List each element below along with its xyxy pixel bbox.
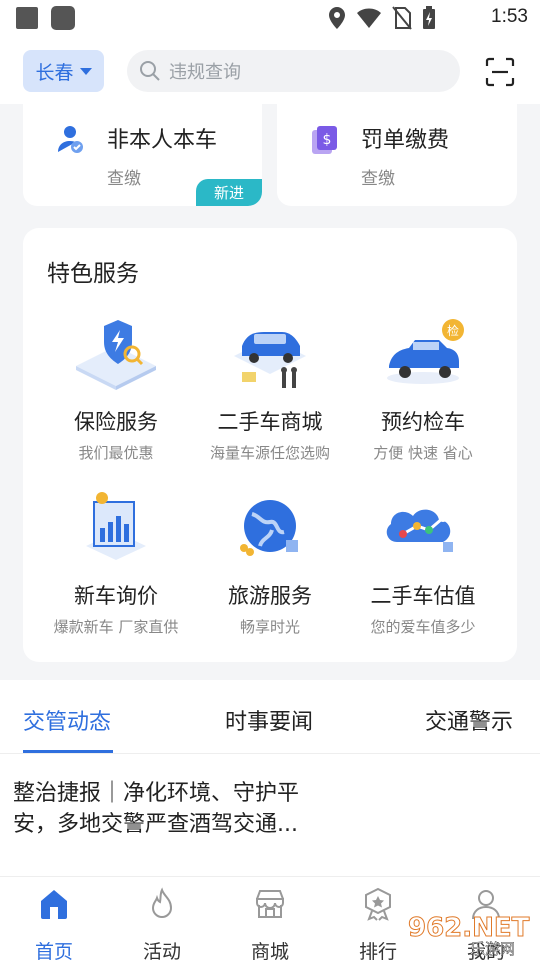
service-desc: 爆款新车 厂家直供 — [53, 618, 179, 636]
fine-ticket-icon: $ — [312, 126, 337, 154]
nav-label: 商城 — [250, 941, 289, 960]
inspection-badge: 检 — [447, 323, 459, 338]
card-subtitle: 查缴 — [361, 169, 395, 189]
nav-mall[interactable]: 商城 — [235, 887, 305, 960]
service-inspection-appointment[interactable]: 检 预约检车 方便 快速 省心 — [341, 316, 505, 463]
service-name: 新车询价 — [74, 584, 158, 608]
city-selector[interactable]: 长春 — [23, 50, 104, 92]
wifi-icon — [357, 8, 381, 28]
app-header: 长春 违规查询 — [0, 36, 540, 104]
tab-current-affairs[interactable]: 时事要闻 — [225, 704, 313, 736]
active-tab-indicator — [23, 750, 113, 753]
section-title: 特色服务 — [47, 261, 139, 287]
featured-services-panel: 特色服务 保险服务 我们最优惠 二手车商城 海量车源任您选购 检 预约检车 方便… — [23, 228, 517, 662]
service-desc: 畅享时光 — [239, 618, 300, 636]
car-inspection-icon: 检 — [387, 319, 464, 384]
search-icon — [140, 61, 160, 81]
search-placeholder: 违规查询 — [169, 62, 241, 83]
watermark-text: 962.NET — [408, 913, 530, 943]
svg-text:$: $ — [323, 132, 332, 148]
service-name: 预约检车 — [381, 410, 465, 434]
status-icons — [328, 6, 436, 30]
insurance-shield-icon — [76, 320, 156, 390]
clock: 1:53 — [491, 6, 528, 27]
location-icon — [329, 7, 345, 29]
globe-travel-icon — [240, 500, 298, 556]
nav-label: 首页 — [34, 941, 73, 960]
home-icon — [41, 890, 67, 919]
watermark-subtext: 乐游网 — [470, 940, 515, 958]
card-title: 罚单缴费 — [361, 128, 450, 153]
service-name: 旅游服务 — [228, 584, 312, 608]
card-subtitle: 查缴 — [107, 169, 141, 189]
service-name: 二手车估值 — [370, 584, 476, 608]
service-insurance[interactable]: 保险服务 我们最优惠 — [34, 316, 198, 463]
site-watermark: 962.NET 乐游网 — [408, 913, 531, 959]
service-desc: 您的爱车值多少 — [370, 618, 476, 636]
service-travel[interactable]: 旅游服务 畅享时光 — [188, 490, 352, 637]
chevron-down-icon — [79, 67, 92, 75]
card-non-owner-vehicle[interactable]: 非本人本车 查缴 新进 — [23, 104, 262, 206]
app-notification-icon — [51, 6, 75, 30]
service-desc: 方便 快速 省心 — [373, 444, 473, 462]
news-headline[interactable]: 整治捷报｜净化环境、守护平安，多地交警严查酒驾交通... — [13, 778, 333, 840]
no-sim-icon — [392, 6, 412, 30]
service-used-car-valuation[interactable]: 二手车估值 您的爱车值多少 — [341, 490, 505, 637]
user-verified-icon — [58, 126, 83, 153]
flame-icon — [151, 887, 173, 918]
service-used-car-mall[interactable]: 二手车商城 海量车源任您选购 — [188, 316, 352, 463]
service-name: 二手车商城 — [217, 410, 323, 434]
service-desc: 海量车源任您选购 — [209, 444, 330, 462]
news-section: 交管动态 时事要闻 交通警示 整治捷报｜净化环境、守护平安，多地交警严查酒驾交通… — [0, 680, 540, 876]
news-tabs: 交管动态 时事要闻 交通警示 — [0, 680, 540, 754]
tab-traffic-news[interactable]: 交管动态 — [23, 704, 111, 736]
tab-traffic-warnings[interactable]: 交通警示 — [425, 704, 513, 736]
card-fine-payment[interactable]: $ 罚单缴费 查缴 — [277, 104, 517, 206]
ranking-badge-icon — [365, 887, 391, 921]
service-new-car-price[interactable]: 新车询价 爆款新车 厂家直供 — [34, 490, 198, 637]
card-title: 非本人本车 — [107, 128, 218, 153]
city-label: 长春 — [35, 61, 74, 84]
search-input[interactable]: 违规查询 — [127, 50, 460, 92]
cloud-valuation-icon — [386, 509, 453, 552]
service-name: 保险服务 — [74, 410, 158, 434]
used-car-mall-icon — [234, 332, 306, 388]
nav-home[interactable]: 首页 — [19, 887, 89, 960]
new-badge: 新进 — [196, 179, 262, 206]
notification-icon — [16, 7, 38, 29]
nav-label: 活动 — [142, 941, 181, 960]
status-bar: 1:53 — [0, 0, 540, 36]
nav-activities[interactable]: 活动 — [127, 887, 197, 960]
price-chart-icon — [86, 492, 146, 560]
scan-icon[interactable] — [485, 57, 515, 87]
store-icon — [256, 890, 284, 918]
service-desc: 我们最优惠 — [78, 444, 154, 462]
battery-icon — [423, 6, 435, 29]
